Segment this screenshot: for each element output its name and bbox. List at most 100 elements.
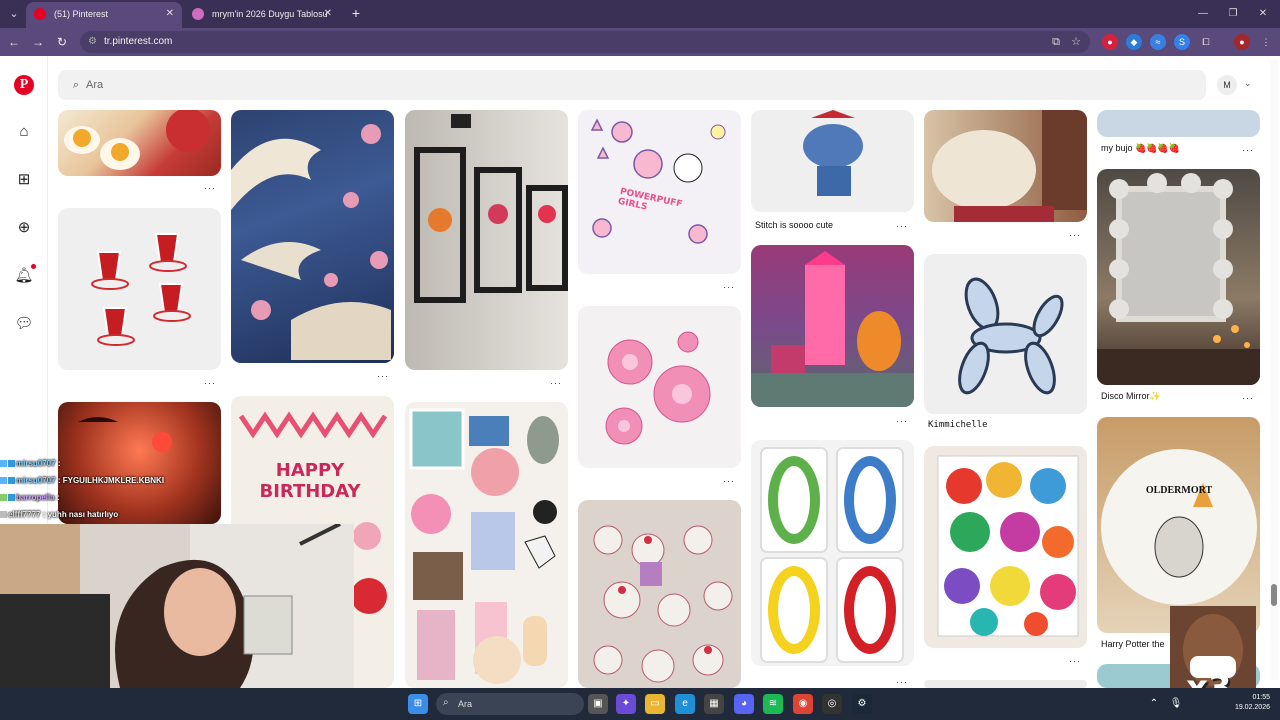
search-input[interactable]: ⌕ Ara	[58, 70, 1206, 100]
pinterest-logo-icon[interactable]: P	[14, 75, 34, 95]
birthday-text: HAPPY BIRTHDAY	[259, 460, 361, 502]
pin-stitch[interactable]	[751, 110, 914, 212]
close-tab-icon[interactable]: ✕	[324, 2, 332, 26]
chat-message: elfff7777 : yuhh nası hatırlıyo	[0, 506, 230, 523]
pin-more-button[interactable]: ···	[1242, 145, 1254, 155]
screen: ⌄ (51) Pinterest ✕ mrym'in 2026 Duygu Ta…	[0, 0, 1280, 720]
home-icon[interactable]: ⌂	[12, 120, 36, 144]
file-explorer-icon[interactable]: ▭	[645, 694, 665, 714]
reload-button[interactable]: ↻	[52, 32, 72, 52]
pin-more-button[interactable]: ···	[1242, 393, 1254, 403]
chat-message: mirsu0707 : FYGUILHKJMKLRE.KBNKI	[0, 472, 230, 489]
restore-button[interactable]: ❐	[1218, 4, 1248, 24]
close-window-button[interactable]: ✕	[1248, 4, 1278, 24]
pin-sakura[interactable]	[578, 306, 741, 468]
pin-more-button[interactable]: ···	[723, 476, 735, 486]
pin-more-button[interactable]: ···	[723, 282, 735, 292]
pin-more-button[interactable]: ···	[896, 677, 908, 687]
forward-button[interactable]: →	[28, 32, 48, 52]
chat-message: barropella :	[0, 489, 230, 506]
toolbar: ← → ↻ ⚙ tr.pinterest.com ⧉ ☆ ● ◆ ≈ S ⧠ ●…	[0, 28, 1280, 56]
messages-icon[interactable]: 💬︎	[12, 312, 36, 336]
address-bar[interactable]: ⚙ tr.pinterest.com ⧉ ☆	[80, 31, 1090, 53]
pin-oldermort-cake[interactable]: OLDERMORT	[1097, 417, 1260, 633]
profile-avatar[interactable]: ●	[1234, 34, 1250, 50]
pin-caption: my bujo 🍓🍓🍓🍓	[1101, 143, 1180, 153]
sticker-collage-illustration	[409, 408, 559, 684]
windows-taskbar: ⊞ ⌕ Ara ▣ ✦ ▭ e ▦ ◕ ≋ ◉ ◎ ⚙ ⌃ 🎙︎ 01:55 1…	[0, 688, 1280, 720]
wave-art-illustration	[231, 124, 391, 360]
copilot-icon[interactable]: ✦	[616, 694, 636, 714]
pin-more-button[interactable]: ···	[377, 371, 389, 381]
obs-icon[interactable]: ◎	[822, 694, 842, 714]
scrollbar-thumb[interactable]	[1271, 584, 1277, 606]
task-view-icon[interactable]: ▣	[588, 694, 608, 714]
tab-title: mrym'in 2026 Duygu Tablosu	[212, 9, 328, 19]
discord-icon[interactable]: ◕	[734, 694, 754, 714]
edge-icon[interactable]: e	[675, 694, 695, 714]
system-clock[interactable]: 01:55 19.02.2026	[1226, 693, 1270, 713]
explore-icon[interactable]: ⊞	[12, 168, 36, 192]
chrome-icon[interactable]: ◉	[793, 694, 813, 714]
extensions-puzzle-icon[interactable]: ⧠	[1198, 34, 1214, 50]
extension-icon[interactable]: ◆	[1126, 34, 1142, 50]
create-icon[interactable]: ⊕	[12, 216, 36, 240]
account-avatar[interactable]: M	[1217, 75, 1237, 95]
pin-spongebob[interactable]	[751, 245, 914, 407]
pin-powerpuff[interactable]: POWERPUFF GIRLS	[578, 110, 741, 274]
tab-duygu-tablosu[interactable]: mrym'in 2026 Duygu Tablosu ✕	[184, 2, 340, 28]
new-tab-button[interactable]: +	[346, 3, 366, 23]
extension-icon[interactable]: ≈	[1150, 34, 1166, 50]
pin-anime-stickers[interactable]	[405, 402, 568, 688]
uno-cards-illustration	[760, 447, 904, 663]
steam-icon[interactable]: ⚙	[852, 694, 872, 714]
sakura-flowers-illustration	[605, 331, 711, 445]
site-info-icon[interactable]: ⚙	[88, 31, 97, 53]
pin-more-button[interactable]: ···	[1069, 656, 1081, 666]
pin-hello-kitty[interactable]	[578, 500, 741, 688]
pin-bujo[interactable]	[1097, 110, 1260, 137]
pin-more-button[interactable]: ···	[896, 416, 908, 426]
pin-great-wave[interactable]	[231, 110, 394, 363]
bookmark-star-icon[interactable]: ☆	[1068, 34, 1084, 50]
microphone-icon[interactable]: 🎙︎	[1166, 694, 1186, 714]
pin-more-button[interactable]: ···	[1069, 230, 1081, 240]
chevron-down-icon[interactable]: ⌄	[1244, 78, 1252, 89]
close-tab-icon[interactable]: ✕	[166, 2, 174, 26]
search-placeholder: Ara	[86, 79, 104, 91]
menu-kebab-icon[interactable]: ⋮	[1258, 34, 1274, 50]
pin-tea-glasses[interactable]	[58, 208, 221, 370]
chair-illustration	[932, 110, 1087, 222]
taskbar-search-label: Ara	[458, 699, 473, 709]
stream-chat: mirsu0707 : mirsu0707 : FYGUILHKJMKLRE.K…	[0, 455, 230, 523]
pin-partial[interactable]	[924, 680, 1087, 688]
tray-chevron-icon[interactable]: ⌃	[1144, 694, 1164, 714]
taskbar-search[interactable]: ⌕ Ara	[436, 693, 584, 715]
pin-balloon-dog[interactable]	[924, 254, 1087, 414]
pin-more-button[interactable]: ···	[896, 221, 908, 231]
pin-eggs-salad[interactable]	[58, 110, 221, 176]
pin-flower-frames[interactable]	[405, 110, 568, 370]
pin-uno-cards[interactable]	[751, 440, 914, 666]
store-icon[interactable]: ▦	[704, 694, 724, 714]
back-button[interactable]: ←	[4, 32, 24, 52]
pinterest-favicon-icon	[34, 8, 46, 20]
tab-title: (51) Pinterest	[54, 9, 109, 19]
pin-monster-canvas[interactable]	[924, 446, 1087, 648]
minimize-button[interactable]: —	[1188, 4, 1218, 24]
extension-icon[interactable]: ●	[1102, 34, 1118, 50]
pin-more-button[interactable]: ···	[204, 378, 216, 388]
extension-icon[interactable]: S	[1174, 34, 1190, 50]
monster-art-illustration	[937, 455, 1079, 637]
clock-time: 01:55	[1252, 694, 1270, 701]
spotify-icon[interactable]: ≋	[763, 694, 783, 714]
tab-pinterest[interactable]: (51) Pinterest ✕	[26, 2, 182, 28]
install-app-icon[interactable]: ⧉	[1048, 34, 1064, 50]
pin-more-button[interactable]: ···	[204, 183, 216, 193]
tab-search-button[interactable]: ⌄	[4, 4, 24, 24]
pin-more-button[interactable]: ···	[550, 378, 562, 388]
start-icon[interactable]: ⊞	[408, 694, 428, 714]
pin-cozy-chair[interactable]	[924, 110, 1087, 222]
eggs-illustration	[64, 110, 210, 170]
pin-disco-mirror[interactable]	[1097, 169, 1260, 385]
